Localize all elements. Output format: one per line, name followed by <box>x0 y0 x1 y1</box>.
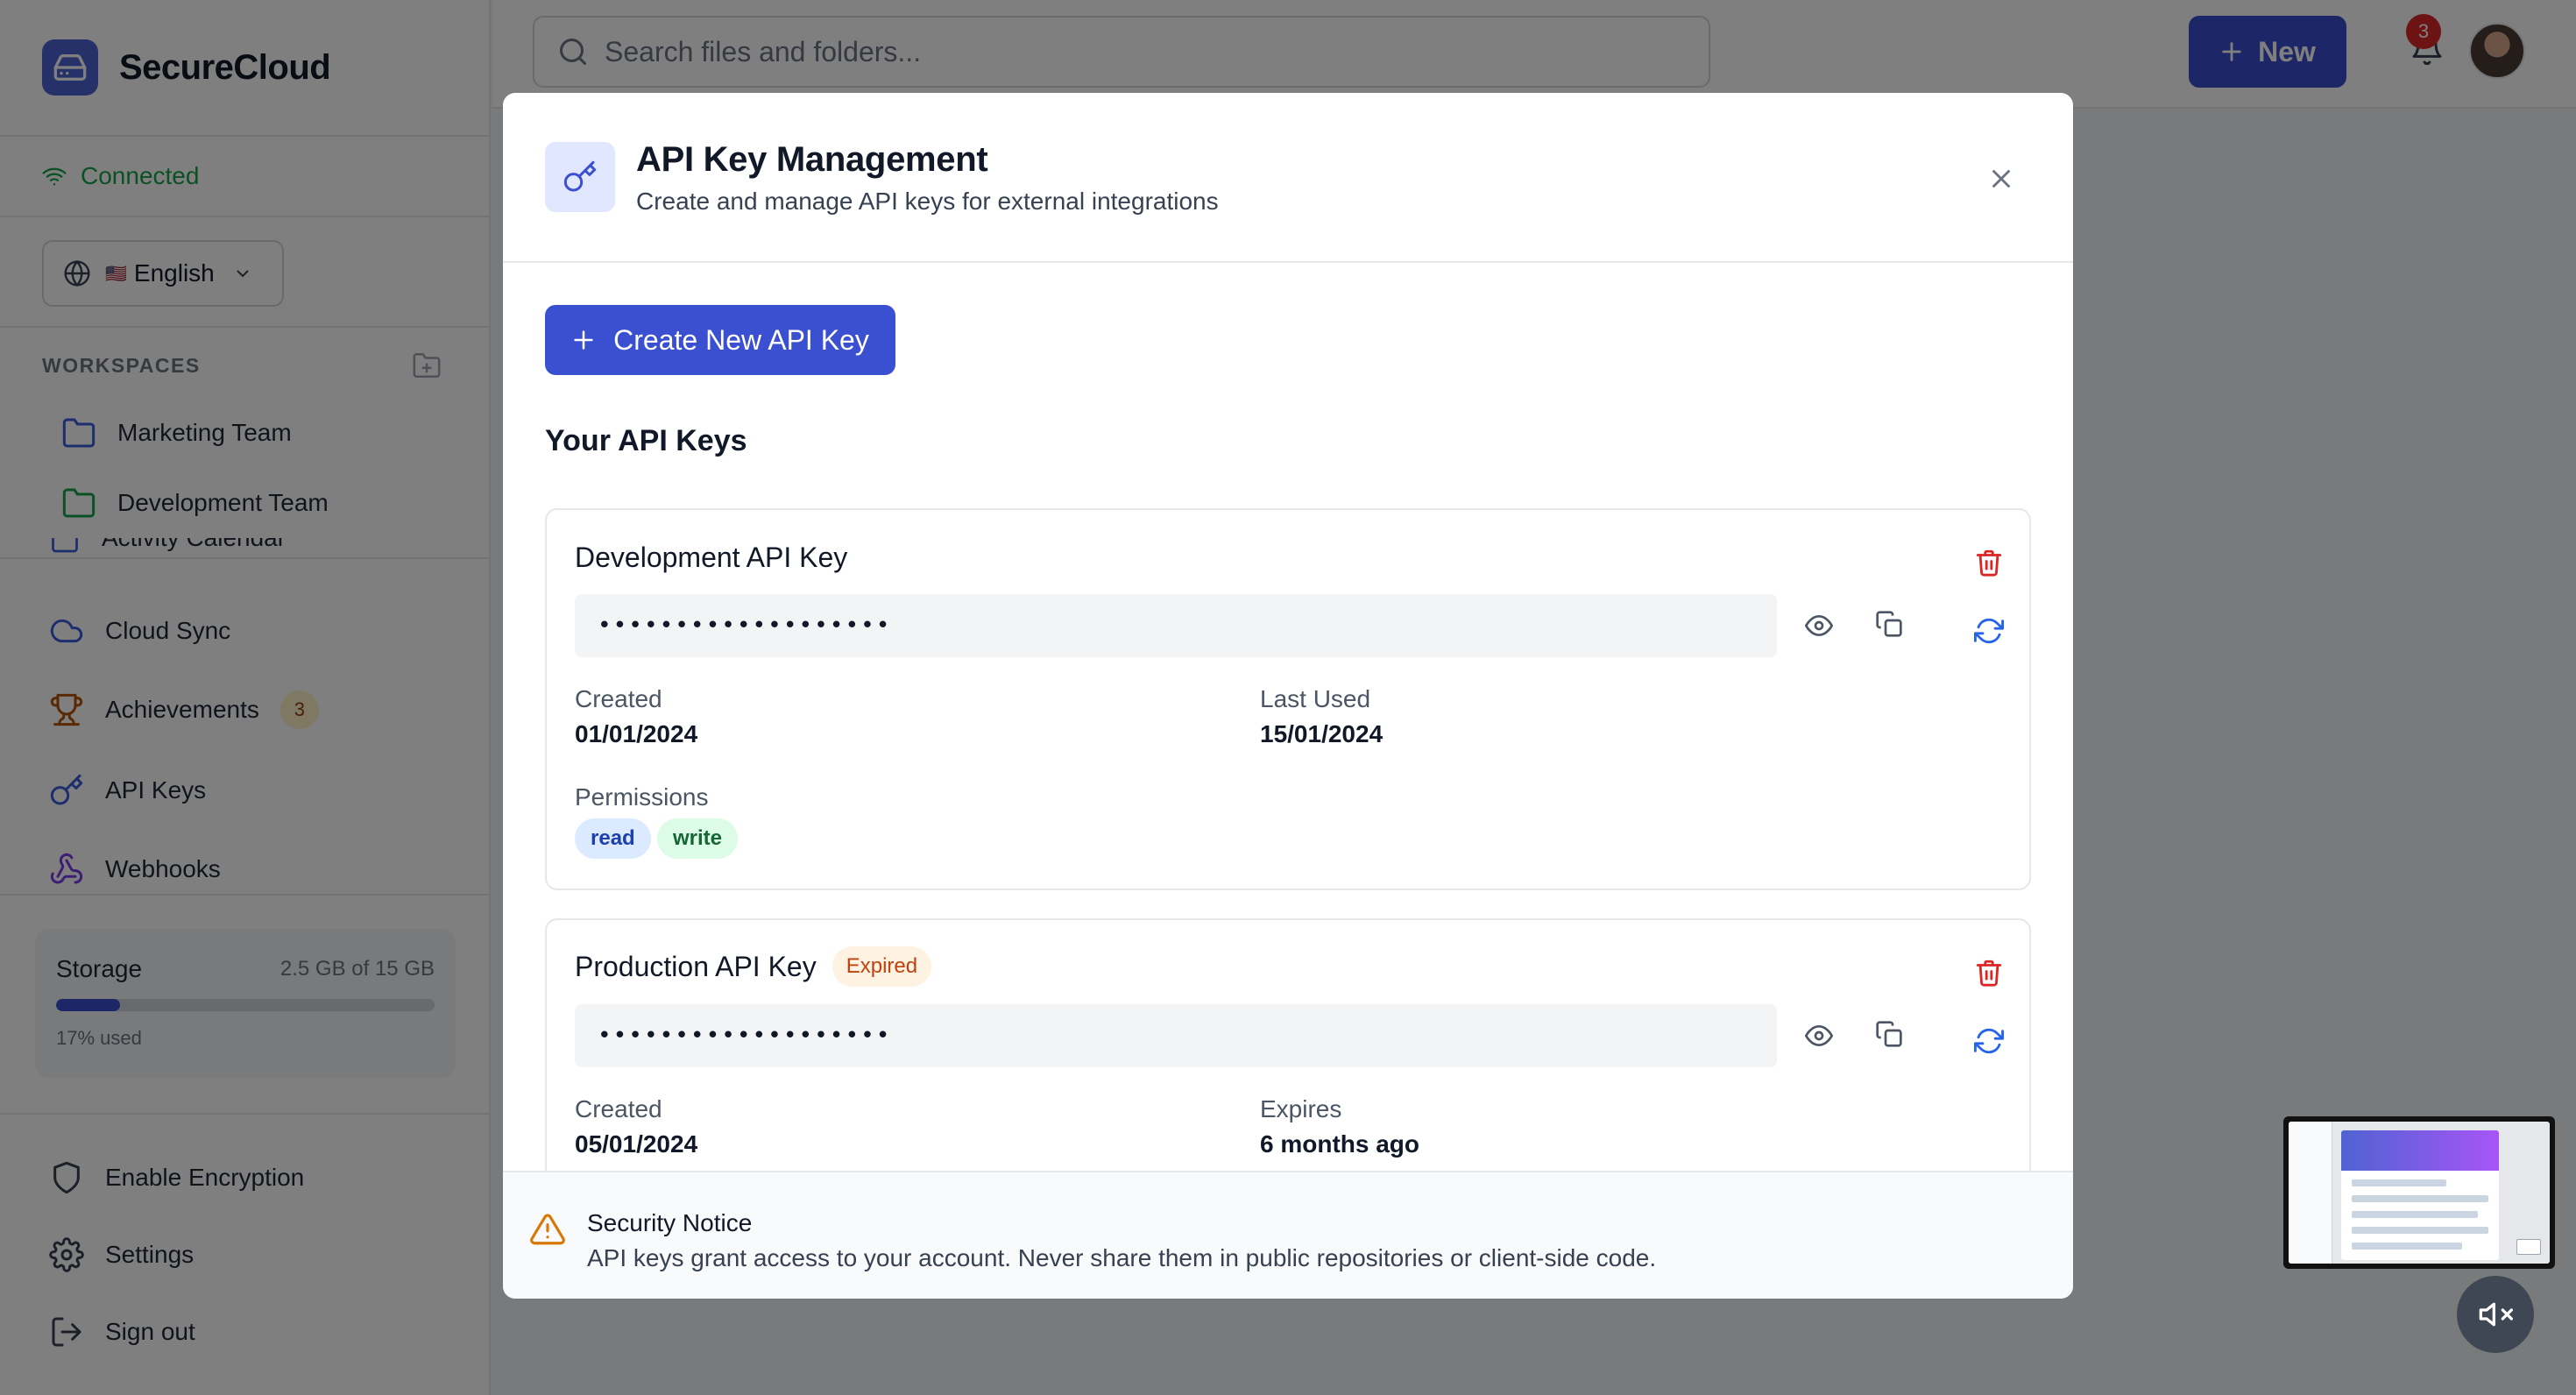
plus-icon <box>574 330 593 350</box>
notice-text: API keys grant access to your account. N… <box>587 1244 1657 1271</box>
trash-icon <box>1976 549 2002 577</box>
key-name-row: Production API Key Expired <box>575 946 932 987</box>
create-api-key-button[interactable]: Create New API Key <box>545 305 895 375</box>
key-name-row: Development API Key <box>575 542 847 574</box>
api-key-modal: API Key Management Create and manage API… <box>503 93 2073 1299</box>
refresh-icon <box>1974 618 2004 644</box>
expired-badge: Expired <box>832 946 932 987</box>
warning-icon <box>530 1214 565 1245</box>
expires-value: 6 months ago <box>1260 1130 1420 1158</box>
regenerate-key-button[interactable] <box>1968 1020 2010 1062</box>
security-notice: Security Notice API keys grant access to… <box>503 1171 2073 1299</box>
key-name: Development API Key <box>575 542 848 573</box>
permission-badge-read: read <box>575 818 651 859</box>
create-button-label: Create New API Key <box>613 323 869 356</box>
modal-title: API Key Management <box>636 140 988 179</box>
created-value: 01/01/2024 <box>575 720 698 747</box>
close-icon <box>1992 170 2010 188</box>
close-button[interactable] <box>1980 158 2022 200</box>
permissions-label: Permissions <box>575 783 709 811</box>
api-key-value[interactable]: ••••••••••••••••••• <box>575 1004 1777 1067</box>
api-key-value[interactable]: ••••••••••••••••••• <box>575 594 1777 657</box>
created-value: 05/01/2024 <box>575 1130 698 1158</box>
key-icon <box>545 142 615 212</box>
last-used-value: 15/01/2024 <box>1260 720 1384 747</box>
created-label: Created <box>575 685 662 712</box>
show-key-button[interactable] <box>1798 1015 1840 1057</box>
notice-title: Security Notice <box>587 1209 753 1236</box>
volume-mute-icon <box>2479 1302 2513 1327</box>
trash-icon <box>1976 960 2002 987</box>
refresh-icon <box>1974 1028 2004 1054</box>
screen-preview-thumbnail[interactable] <box>2283 1116 2555 1269</box>
copy-key-button[interactable] <box>1868 603 1910 645</box>
regenerate-key-button[interactable] <box>1968 610 2010 652</box>
keys-heading: Your API Keys <box>545 424 747 457</box>
modal-header: API Key Management Create and manage API… <box>503 93 2073 263</box>
mute-button[interactable] <box>2457 1276 2534 1353</box>
api-key-card: Production API Key Expired •••••••••••••… <box>545 918 2031 1199</box>
api-key-card: Development API Key ••••••••••••••••••• … <box>545 508 2031 890</box>
modal-subtitle: Create and manage API keys for external … <box>636 188 1219 215</box>
delete-key-button[interactable] <box>1968 542 2010 584</box>
expires-label: Expires <box>1260 1095 1342 1122</box>
key-name: Production API Key <box>575 950 817 982</box>
copy-key-button[interactable] <box>1868 1013 1910 1055</box>
copy-icon <box>1876 611 1902 637</box>
last-used-label: Last Used <box>1260 685 1371 712</box>
permission-badge-write: write <box>657 818 739 859</box>
eye-icon <box>1805 614 1833 637</box>
show-key-button[interactable] <box>1798 605 1840 647</box>
delete-key-button[interactable] <box>1968 952 2010 994</box>
created-label: Created <box>575 1095 662 1122</box>
copy-icon <box>1876 1021 1902 1047</box>
eye-icon <box>1805 1024 1833 1047</box>
